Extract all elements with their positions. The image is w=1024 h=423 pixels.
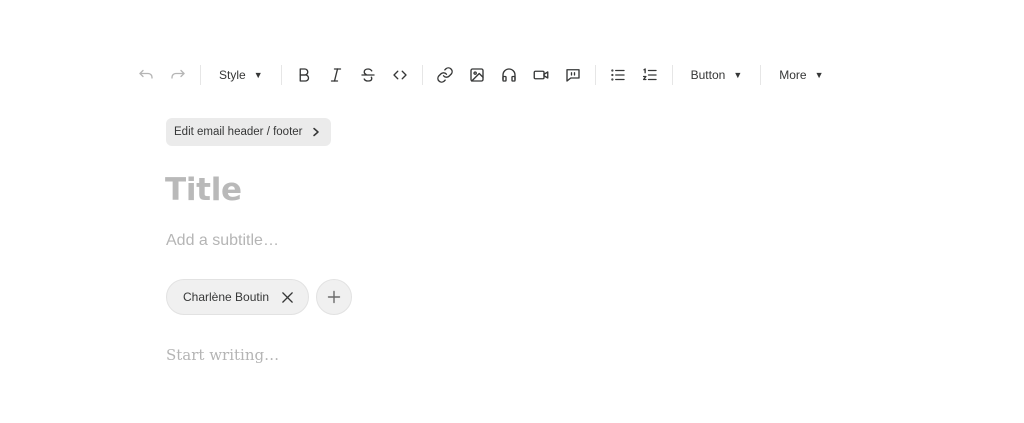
button-dropdown[interactable]: Button ▼ <box>679 60 755 90</box>
audio-button[interactable] <box>493 60 525 90</box>
quote-icon <box>565 69 580 82</box>
code-button[interactable] <box>384 60 416 90</box>
caret-down-icon: ▼ <box>733 70 743 80</box>
plus-icon <box>327 290 341 304</box>
edit-header-footer-button[interactable]: Edit email header / footer <box>166 118 331 146</box>
caret-down-icon: ▼ <box>814 70 824 80</box>
post-body-editor[interactable]: Start writing… <box>166 346 279 364</box>
video-icon <box>533 70 549 80</box>
bold-icon <box>299 68 309 82</box>
button-dropdown-label: Button <box>690 68 726 82</box>
author-chip[interactable]: Charlène Boutin <box>166 279 310 315</box>
style-dropdown-label: Style <box>219 68 246 82</box>
post-title-input[interactable]: Title <box>165 172 242 208</box>
toolbar-divider <box>421 65 423 85</box>
undo-button[interactable] <box>130 60 162 90</box>
more-dropdown-label: More <box>779 68 807 82</box>
image-button[interactable] <box>461 60 493 90</box>
italic-icon <box>330 68 341 82</box>
audio-icon <box>501 68 516 82</box>
byline: Charlène Boutin <box>166 279 353 315</box>
redo-button[interactable] <box>162 60 194 90</box>
code-icon <box>392 70 407 80</box>
toolbar-divider <box>280 65 282 85</box>
toolbar-divider <box>594 65 596 85</box>
strikethrough-button[interactable] <box>352 60 384 90</box>
redo-icon <box>171 69 185 79</box>
pull-quote-button[interactable] <box>557 60 589 90</box>
toolbar-divider <box>200 65 201 85</box>
bullet-list-button[interactable] <box>602 60 634 90</box>
numbered-list-icon <box>642 68 657 81</box>
author-name: Charlène Boutin <box>183 290 270 304</box>
add-author-button[interactable] <box>316 279 353 315</box>
video-button[interactable] <box>525 60 557 90</box>
editor-page: Style ▼ Button ▼ More ▼ Edit email heade… <box>0 0 1024 423</box>
link-icon <box>436 67 453 83</box>
bullet-list-icon <box>610 69 625 81</box>
post-subtitle-input[interactable]: Add a subtitle… <box>166 232 279 250</box>
edit-header-footer-label: Edit email header / footer <box>174 126 303 138</box>
chevron-right-icon <box>311 127 321 137</box>
link-button[interactable] <box>429 60 461 90</box>
remove-author-button[interactable] <box>281 291 294 304</box>
style-dropdown[interactable]: Style ▼ <box>207 60 275 90</box>
caret-down-icon: ▼ <box>253 70 263 80</box>
strikethrough-icon <box>360 68 375 82</box>
editor-toolbar: Style ▼ Button ▼ More ▼ <box>130 60 836 90</box>
toolbar-divider <box>760 65 762 85</box>
numbered-list-button[interactable] <box>634 60 666 90</box>
close-icon <box>282 291 293 303</box>
image-icon <box>469 68 484 82</box>
italic-button[interactable] <box>320 60 352 90</box>
more-dropdown[interactable]: More ▼ <box>767 60 835 90</box>
undo-icon <box>139 69 153 79</box>
toolbar-divider <box>671 65 673 85</box>
bold-button[interactable] <box>288 60 320 90</box>
